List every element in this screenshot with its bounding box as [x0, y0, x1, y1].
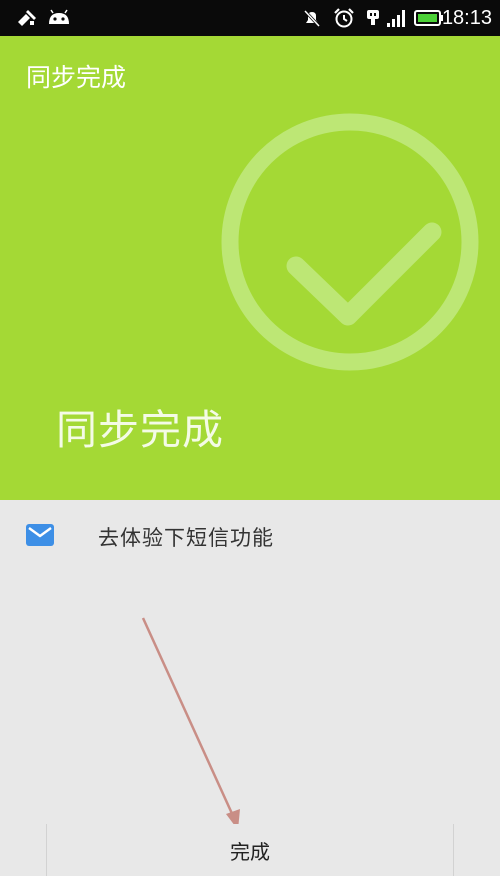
status-time: 18:13 — [441, 7, 492, 29]
silent-bell-icon — [300, 0, 324, 36]
signal-wave-icon — [14, 0, 40, 36]
battery-icon — [414, 0, 444, 36]
usb-icon — [362, 0, 384, 36]
android-icon — [46, 0, 72, 36]
sync-complete-hero: 同步完成 同步完成 — [0, 36, 500, 500]
list-item-label: 去体验下短信功能 — [98, 526, 274, 550]
sync-complete-heading: 同步完成 — [56, 406, 224, 454]
list-item-sms[interactable]: 去体验下短信功能 — [0, 500, 500, 572]
checkmark-circle-icon — [220, 112, 500, 416]
cell-signal-icon — [384, 0, 410, 36]
mail-icon — [26, 524, 54, 550]
alarm-icon — [332, 0, 356, 36]
done-button[interactable]: 完成 — [46, 824, 454, 876]
toolbar-title: 同步完成 — [26, 63, 127, 92]
status-bar: 18:13 — [0, 0, 500, 36]
